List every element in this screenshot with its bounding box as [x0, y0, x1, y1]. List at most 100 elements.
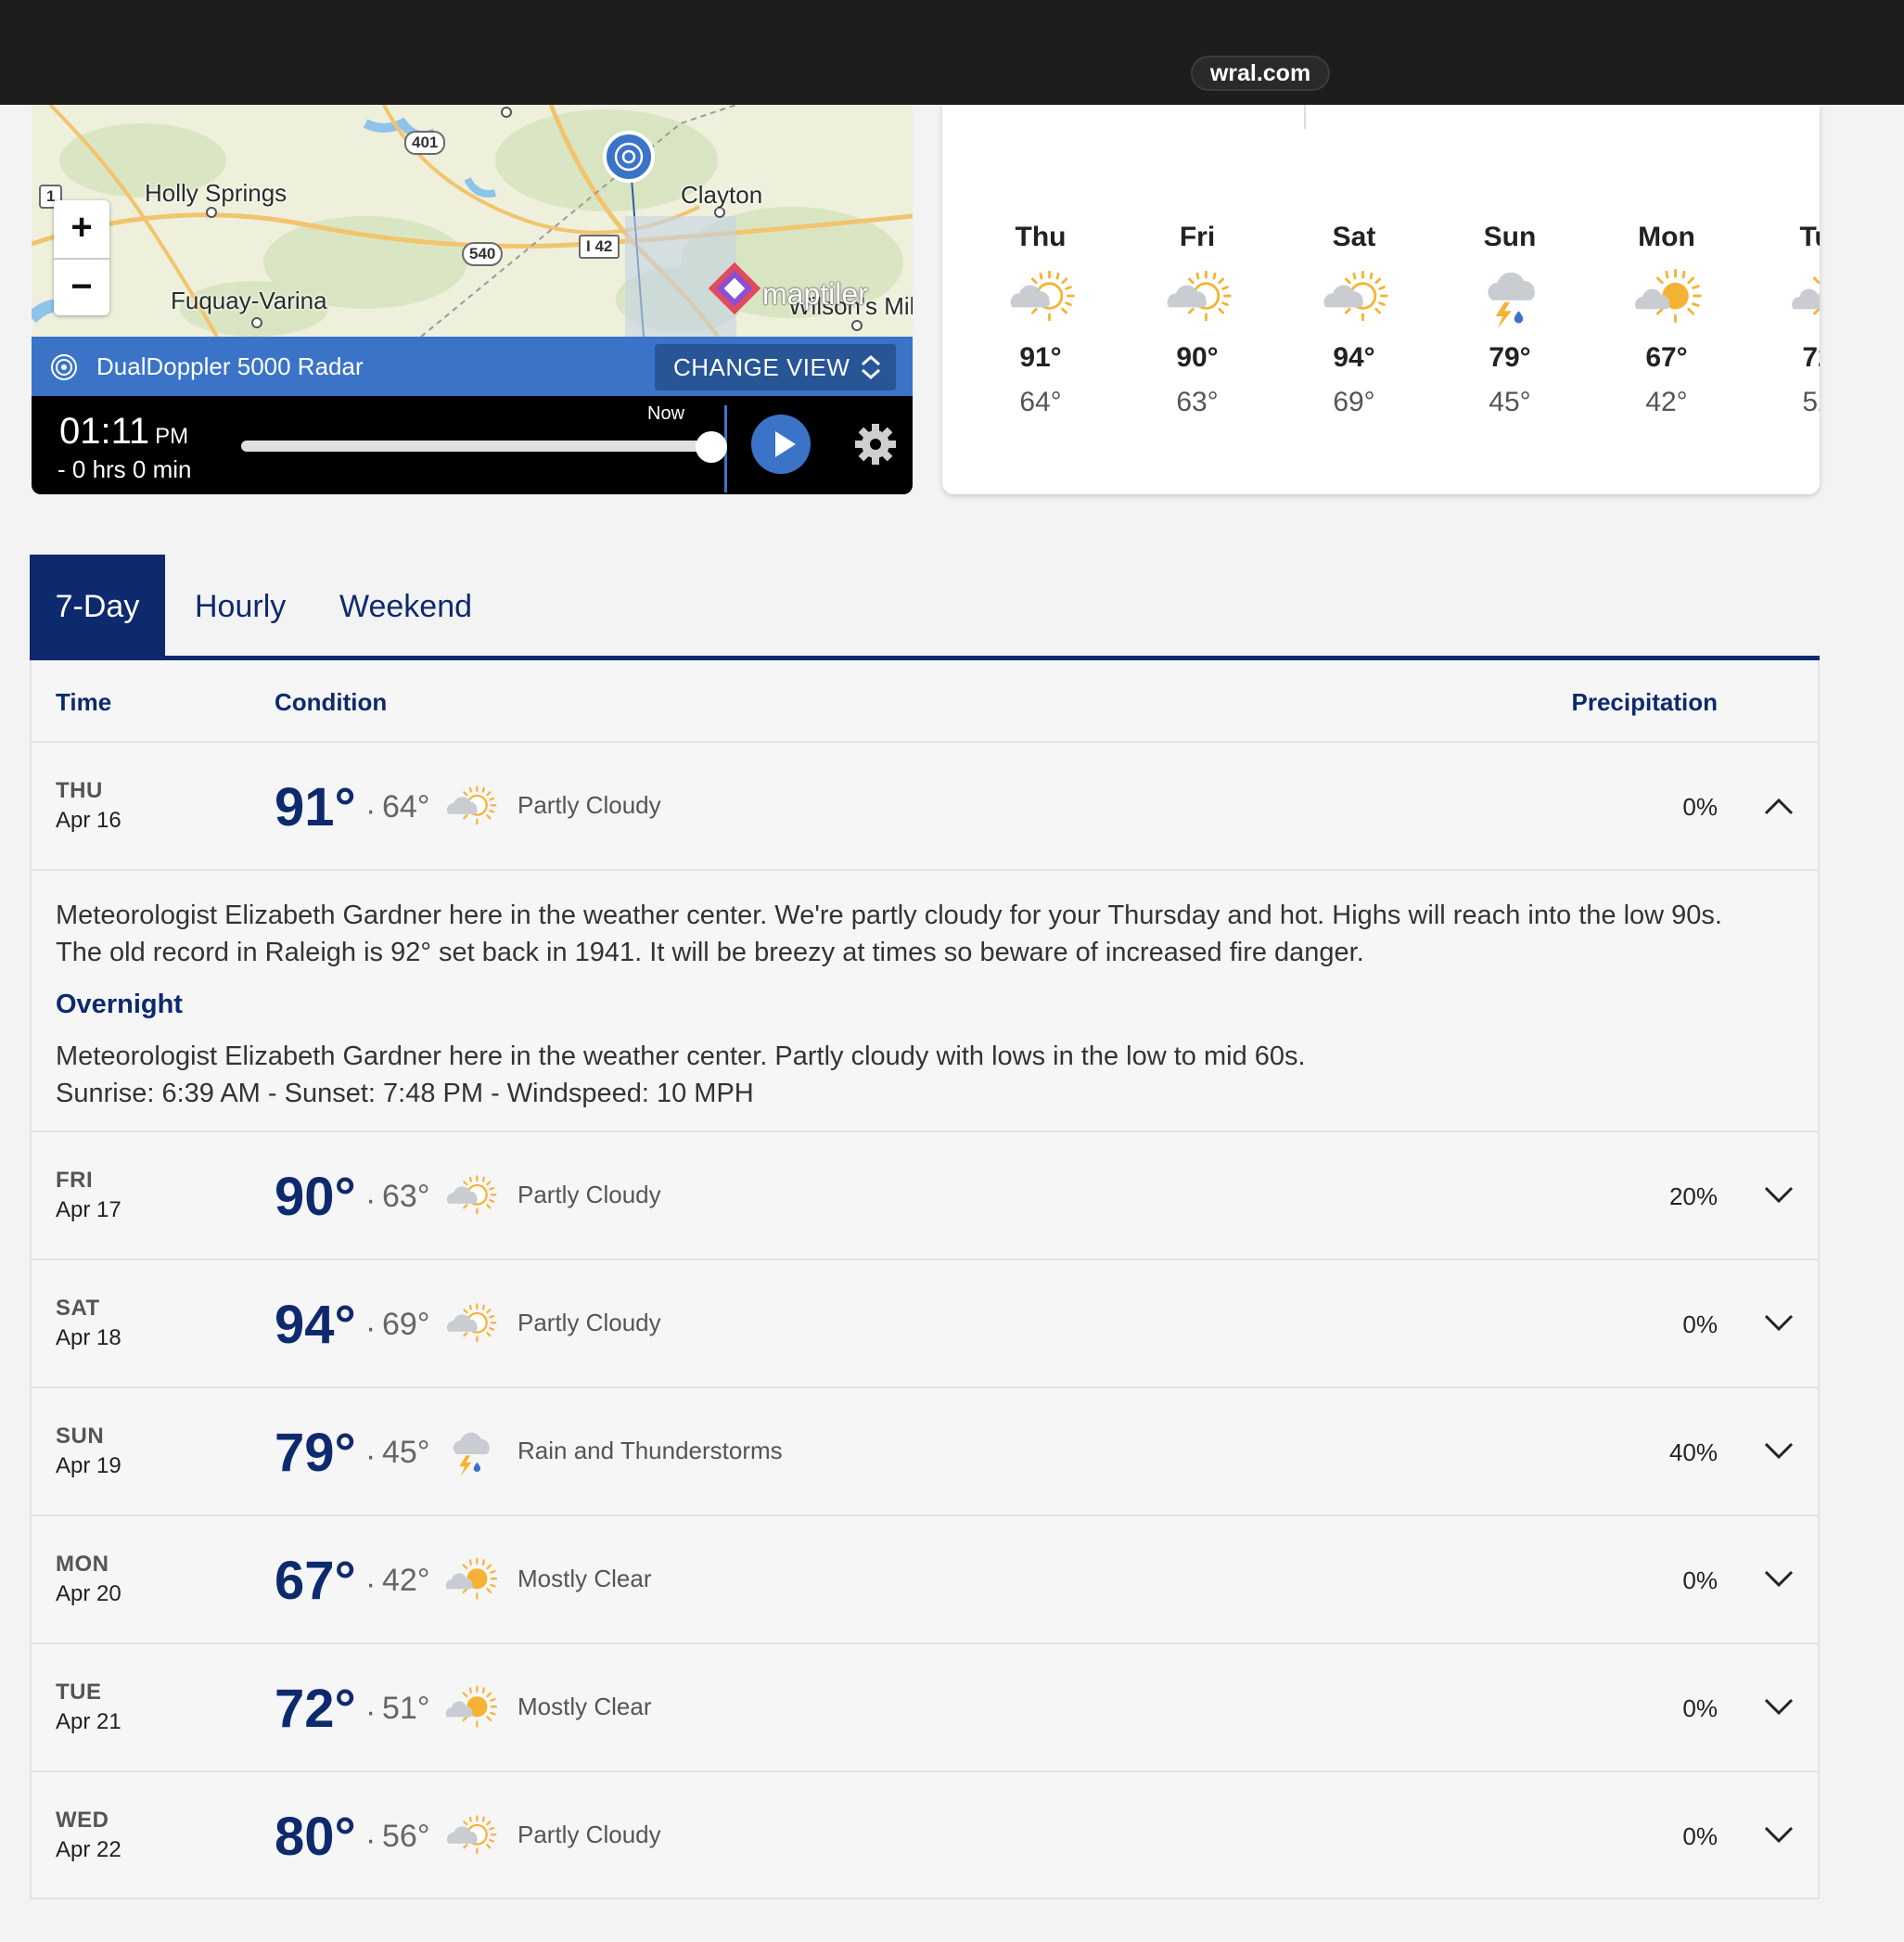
- row-low-temp: 63°: [382, 1179, 430, 1214]
- row-precipitation: 0%: [1682, 1310, 1718, 1338]
- gear-icon[interactable]: [853, 422, 898, 466]
- radar-map[interactable]: Holly Springs Clayton Fuquay-Varina Wils…: [32, 105, 913, 337]
- overnight-forecast-text: Meteorologist Elizabeth Gardner here in …: [56, 1038, 1799, 1112]
- temp-separator: ·: [365, 1310, 377, 1346]
- forecast-table: Time Condition Precipitation THU Apr 16 91…: [30, 660, 1820, 1899]
- row-condition: Partly Cloudy: [518, 791, 661, 819]
- row-precipitation: 20%: [1668, 1182, 1718, 1210]
- row-high-temp: 67°: [275, 1551, 356, 1611]
- day-high-temp: 91°: [1019, 342, 1062, 373]
- sun-wind-info: Sunrise: 6:39 AM - Sunset: 7:48 PM - Win…: [56, 1079, 754, 1108]
- change-view-button[interactable]: CHANGE VIEW: [655, 344, 896, 390]
- table-row[interactable]: WED Apr 22 80° · 56° Partly Cloudy 0%: [32, 1770, 1818, 1898]
- road-shield-540: 540: [462, 242, 504, 266]
- zoom-control: + −: [54, 200, 109, 315]
- day-name: Sat: [1332, 222, 1376, 252]
- row-condition: Partly Cloudy: [518, 1309, 661, 1336]
- timeline-slider-handle[interactable]: [696, 431, 727, 463]
- day-high-temp: 72°: [1802, 342, 1820, 373]
- row-day-of-week: WED: [56, 1808, 109, 1833]
- tab-7-day[interactable]: 7-Day: [30, 555, 165, 656]
- row-low-temp: 64°: [382, 789, 430, 824]
- table-row[interactable]: SUN Apr 19 79° · 45° Rain and Thunderstorms 40…: [32, 1386, 1818, 1514]
- forecast-day-fri[interactable]: Fri 90° 63°: [1132, 222, 1262, 418]
- row-date: Apr 21: [56, 1709, 121, 1734]
- row-precipitation: 0%: [1682, 1694, 1718, 1722]
- chevron-down-icon[interactable]: [1762, 1440, 1795, 1463]
- row-low-temp: 56°: [382, 1819, 430, 1854]
- overnight-forecast-line: Meteorologist Elizabeth Gardner here in …: [56, 1041, 1306, 1071]
- row-precipitation: 40%: [1668, 1438, 1718, 1466]
- chevron-down-icon[interactable]: [1762, 1696, 1795, 1718]
- zoom-in-button[interactable]: +: [54, 200, 109, 258]
- url-pill[interactable]: wral.com: [1191, 56, 1330, 91]
- forecast-day-tue[interactable]: Tue 72° 52°: [1758, 222, 1820, 418]
- chevron-down-icon[interactable]: [1762, 1184, 1795, 1207]
- chevron-down-icon[interactable]: [1762, 1824, 1795, 1846]
- day-low-temp: 42°: [1645, 387, 1688, 417]
- partly-cloudy-icon: [1323, 270, 1388, 322]
- day-high-temp: 79°: [1489, 342, 1531, 373]
- mostly-clear-icon: [1633, 268, 1702, 324]
- row-condition: Mostly Clear: [518, 1565, 652, 1592]
- temp-separator: ·: [365, 1182, 377, 1218]
- forecast-day-mon[interactable]: Mon 67° 42°: [1602, 222, 1731, 418]
- row-day-of-week: MON: [56, 1552, 109, 1577]
- row-day-of-week: SAT: [56, 1296, 100, 1321]
- partly-cloudy-icon: [445, 1815, 497, 1855]
- forecast-day-sun[interactable]: Sun 79° 45°: [1445, 222, 1575, 418]
- forecast-day-sat[interactable]: Sat 94° 69°: [1289, 222, 1419, 418]
- map-label-fuquay-varina: Fuquay-Varina: [171, 287, 327, 314]
- table-row[interactable]: MON Apr 20 67° · 42° Mostly Clear 0%: [32, 1514, 1818, 1642]
- table-row[interactable]: FRI Apr 17 90° · 63° Partly Cloudy 20%: [32, 1131, 1818, 1258]
- radar-title-bar: DualDoppler 5000 Radar CHANGE VIEW: [32, 337, 913, 396]
- row-condition: Rain and Thunderstorms: [518, 1437, 783, 1464]
- radar-time: 01:11 PM: [59, 411, 188, 453]
- tab-hourly[interactable]: Hourly: [195, 555, 286, 656]
- overnight-heading: Overnight: [56, 990, 183, 1019]
- row-high-temp: 94°: [275, 1295, 356, 1355]
- day-high-temp: 67°: [1645, 342, 1688, 373]
- radar-time-value: 01:11: [59, 411, 150, 452]
- row-high-temp: 72°: [275, 1679, 356, 1739]
- chevron-up-icon[interactable]: [1762, 795, 1795, 817]
- forecast-day-thu[interactable]: Thu 91° 64°: [976, 222, 1105, 418]
- chevron-up-down-icon: [862, 354, 880, 380]
- partly-cloudy-icon: [1166, 270, 1232, 322]
- row-date: Apr 19: [56, 1453, 121, 1478]
- row-date: Apr 17: [56, 1197, 121, 1222]
- table-row[interactable]: TUE Apr 21 72° · 51° Mostly Clear 0%: [32, 1642, 1818, 1770]
- day-low-temp: 45°: [1489, 387, 1531, 417]
- timeline-slider-track[interactable]: [241, 441, 716, 452]
- row-low-temp: 42°: [382, 1563, 430, 1598]
- road-shield-i42: I 42: [579, 235, 620, 259]
- card-divider: [1304, 105, 1306, 129]
- tab-weekend[interactable]: Weekend: [339, 555, 472, 656]
- row-date: Apr 20: [56, 1581, 121, 1606]
- day-low-temp: 52°: [1802, 387, 1820, 417]
- row-precipitation: 0%: [1682, 1822, 1718, 1850]
- partly-cloudy-icon: [1009, 270, 1075, 322]
- row-precipitation: 0%: [1682, 1566, 1718, 1594]
- row-day-of-week: TUE: [56, 1680, 102, 1705]
- chevron-down-icon[interactable]: [1762, 1312, 1795, 1335]
- radar-title: DualDoppler 5000 Radar: [96, 352, 364, 380]
- row-condition: Partly Cloudy: [518, 1181, 661, 1208]
- day-forecast-line-1: Meteorologist Elizabeth Gardner here in …: [56, 901, 1722, 930]
- map-label-holly-springs: Holly Springs: [145, 179, 288, 207]
- column-header-precipitation: Precipitation: [1571, 688, 1718, 716]
- row-condition: Mostly Clear: [518, 1693, 652, 1720]
- row-condition: Partly Cloudy: [518, 1821, 661, 1848]
- row-date: Apr 22: [56, 1837, 121, 1862]
- column-header-time: Time: [56, 688, 112, 716]
- radar-icon: [51, 354, 77, 380]
- table-row[interactable]: THU Apr 16 91° · 64° Partly Cloudy 0% Meteorolo…: [32, 741, 1818, 1131]
- column-header-condition: Condition: [275, 688, 388, 716]
- day-name: Sun: [1483, 222, 1537, 252]
- chevron-down-icon[interactable]: [1762, 1568, 1795, 1591]
- table-row[interactable]: SAT Apr 18 94° · 69° Partly Cloudy 0%: [32, 1258, 1818, 1386]
- zoom-out-button[interactable]: −: [54, 258, 109, 315]
- thunderstorm-icon: [1488, 272, 1535, 329]
- play-button[interactable]: [751, 415, 811, 474]
- road-shield-401: 401: [404, 131, 446, 155]
